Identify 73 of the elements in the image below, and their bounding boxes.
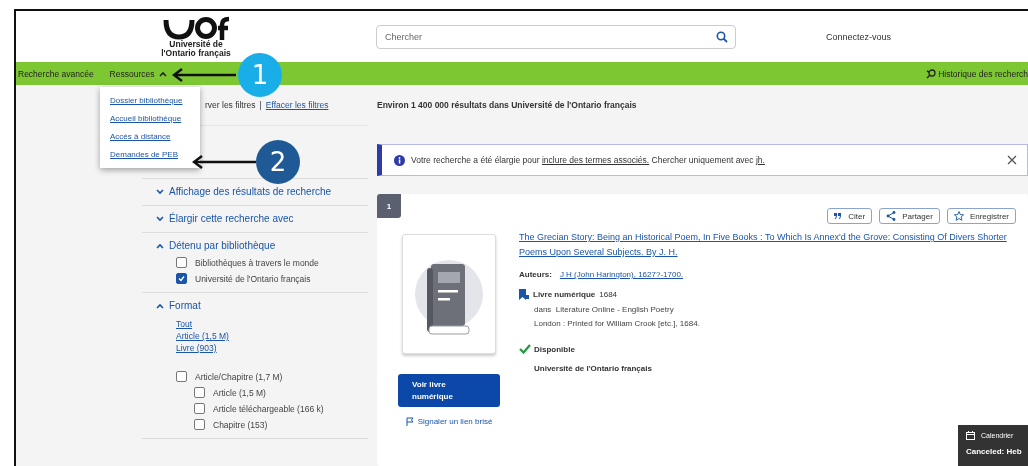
checkbox[interactable] [176, 273, 187, 284]
dropdown-link[interactable]: Demandes de PEB [110, 150, 200, 159]
dropdown-link[interactable]: Dossier bibliothèque [110, 96, 200, 105]
checkbox[interactable] [176, 257, 187, 268]
logo-text: l'Ontario français [161, 48, 231, 58]
view-ebook-button[interactable]: Voir livre numérique [398, 374, 500, 407]
library-name: Université de l'Ontario français [533, 364, 653, 373]
quote-icon [834, 213, 843, 219]
checkbox[interactable] [176, 371, 187, 382]
notice-text: Votre recherche a été élargie pour inclure des termes associés. Chercher uniquement avec jh. [411, 155, 766, 165]
search-history-link[interactable]: Historique des recherch [926, 68, 1028, 79]
checkbox[interactable] [194, 419, 205, 430]
chevron-icon [156, 215, 164, 222]
author-link[interactable]: J H (John Harington), 1627?-1700. [559, 270, 684, 279]
checkbox[interactable] [194, 387, 205, 398]
option-label: Article (1,5 M) [213, 387, 266, 398]
checkbox[interactable] [194, 403, 205, 414]
action-button[interactable]: Enregistrer [946, 208, 1016, 224]
resources-menu[interactable]: Ressources [109, 68, 167, 79]
clear-filters-link[interactable]: Effacer les filtres [265, 100, 329, 110]
dropdown-link[interactable]: Accueil bibliothèque [110, 114, 200, 123]
option-label: Article téléchargeable (166 k) [213, 403, 324, 414]
calendar-icon [966, 431, 975, 440]
facet-header[interactable]: Format [156, 300, 368, 311]
share-icon [886, 211, 897, 221]
logo-text: Université de [169, 39, 223, 49]
exact-search-link[interactable]: jh. [755, 155, 765, 165]
book-thumbnail[interactable] [402, 234, 496, 354]
option-label: Bibliothèques à travers le monde [195, 257, 319, 268]
close-icon[interactable] [1007, 155, 1017, 165]
chevron-icon [156, 188, 164, 195]
availability-text: Disponible [534, 344, 575, 354]
facet-header[interactable]: Détenu par bibliothèque [156, 240, 368, 251]
separator: | [259, 100, 262, 110]
history-search-icon [926, 68, 937, 79]
login-link[interactable]: Connectez-vous [826, 31, 892, 42]
facet-header[interactable]: Élargir cette recherche avec [156, 213, 368, 224]
star-icon [953, 211, 964, 221]
format-link[interactable]: Article (1,5 M) [176, 331, 368, 341]
chevron-icon [156, 242, 164, 249]
flag-icon [405, 417, 414, 426]
format-label: Livre numérique [533, 290, 596, 299]
authors-label: Auteurs: [519, 270, 552, 279]
result-number: 1 [377, 194, 401, 218]
nav-link[interactable]: Recherche avancée [18, 68, 94, 79]
chevron-icon [158, 70, 167, 77]
result-count: Environ 1 400 000 résultats dans Université de l'Ontario français [377, 99, 638, 112]
keep-filters-link[interactable]: rver les filtres [205, 100, 256, 110]
report-broken-link[interactable]: Signaler un lien brisé [405, 417, 493, 426]
dropdown-link[interactable]: Accès à distance [110, 132, 200, 141]
search-field[interactable]: Chercher [376, 24, 736, 49]
calendar-event: Canceled: Heb [966, 447, 1023, 456]
option-label: Article/Chapitre (1,7 M) [195, 371, 283, 382]
search-icon[interactable] [716, 30, 728, 43]
annotation-arrow [172, 68, 236, 82]
publisher-text: London : Printed for William Crook [etc.], 1684. [533, 319, 701, 328]
action-button[interactable]: Citer [827, 208, 873, 224]
logo-icon [162, 15, 230, 40]
facet-header[interactable]: Affichage des résultats de recherche [156, 186, 368, 197]
option-label: Chapitre (153) [213, 419, 268, 430]
annotation-arrow [192, 155, 256, 169]
chevron-icon [156, 302, 164, 309]
related-terms-link[interactable]: inclure des termes associés. [541, 155, 650, 165]
ebook-icon [519, 289, 529, 300]
option-label: Université de l'Ontario français [195, 273, 311, 284]
year-text: 1684 [599, 290, 618, 299]
action-button[interactable]: Partager [879, 208, 940, 224]
format-link[interactable]: Livre (903) [176, 343, 368, 353]
info-icon [394, 154, 405, 166]
format-link[interactable]: Tout [176, 319, 368, 329]
source-text: dans Literature Online - English Poetry [533, 305, 675, 314]
result-title-link[interactable]: The Grecian Story: Being an Historical Poem, In Five Books : To Which Is Annex'd the Grove: Consisting Of Divers Shorter Poems Upon Several Subjects. By J. H. [519, 230, 1016, 260]
check-icon [519, 344, 531, 354]
